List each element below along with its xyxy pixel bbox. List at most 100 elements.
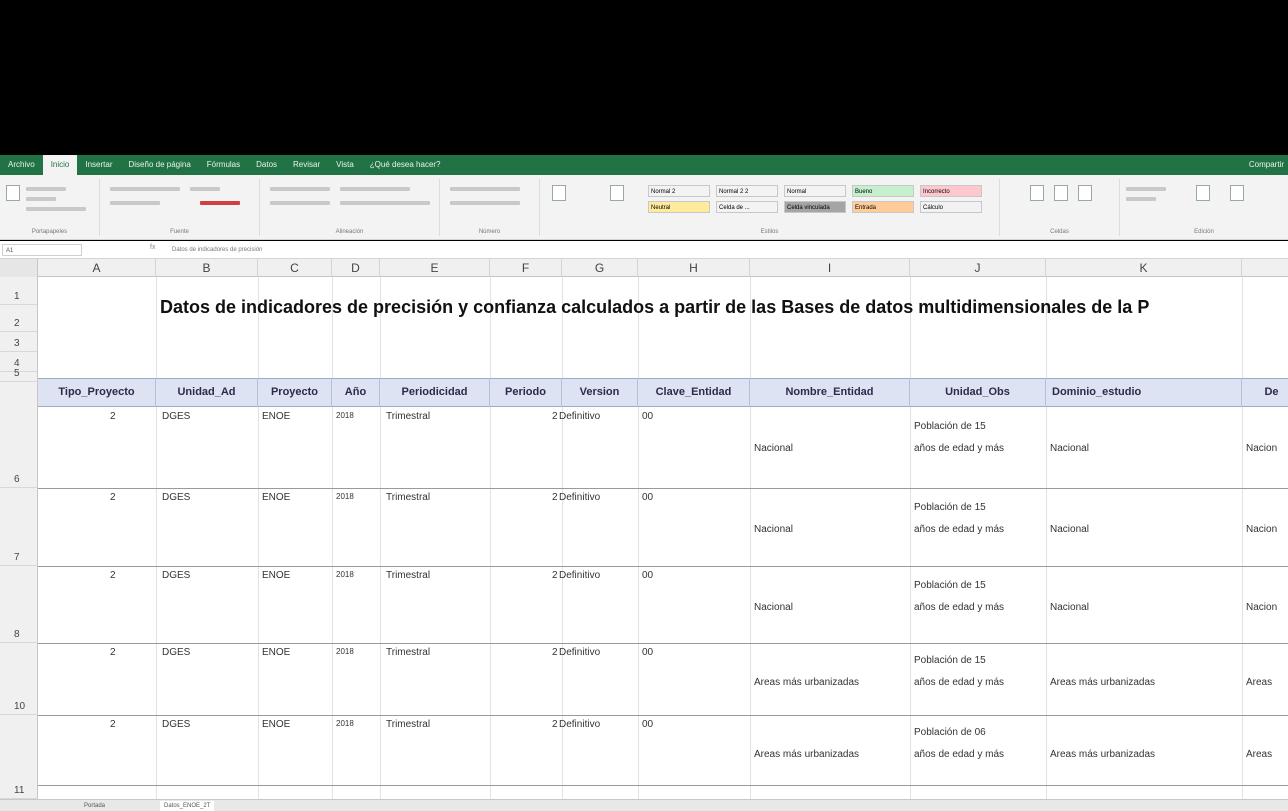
tab-archivo[interactable]: Archivo bbox=[0, 155, 43, 175]
row-header-5[interactable]: 5 bbox=[0, 368, 38, 382]
format-cells-icon[interactable] bbox=[1078, 185, 1092, 201]
header-version[interactable]: Version bbox=[562, 378, 638, 407]
column-header-j[interactable]: J bbox=[910, 259, 1046, 277]
cell-version[interactable]: Definitivo bbox=[559, 719, 600, 730]
column-header-g[interactable]: G bbox=[562, 259, 638, 277]
style-normal-2[interactable]: Normal 2 bbox=[648, 185, 710, 197]
header-de[interactable]: De bbox=[1242, 378, 1288, 407]
cell-de[interactable]: Nacion bbox=[1246, 524, 1277, 535]
cell-anio[interactable]: 2018 bbox=[336, 719, 354, 728]
column-header-f[interactable]: F bbox=[490, 259, 562, 277]
cell-nombre-entidad[interactable]: Nacional bbox=[754, 602, 793, 613]
cell-periodicidad[interactable]: Trimestral bbox=[386, 719, 430, 730]
cell-tipo-proyecto[interactable]: 2 bbox=[110, 492, 116, 503]
cell-unidad-ad[interactable]: DGES bbox=[162, 719, 190, 730]
cell-nombre-entidad[interactable]: Áreas más urbanizadas bbox=[754, 677, 859, 688]
row-header-1[interactable]: 1 bbox=[0, 277, 38, 305]
cell-de[interactable]: Áreas bbox=[1246, 677, 1272, 688]
style-normal[interactable]: Normal bbox=[784, 185, 846, 197]
header-proyecto[interactable]: Proyecto bbox=[258, 378, 332, 407]
cell-clave-entidad[interactable]: 00 bbox=[642, 570, 653, 581]
row-header-10[interactable]: 10 bbox=[0, 643, 38, 715]
cell-unidad-ad[interactable]: DGES bbox=[162, 647, 190, 658]
cell-clave-entidad[interactable]: 00 bbox=[642, 492, 653, 503]
cell-anio[interactable]: 2018 bbox=[336, 492, 354, 501]
cell-unidad-obs-line2[interactable]: años de edad y más bbox=[914, 602, 1004, 613]
tab-inicio[interactable]: Inicio bbox=[42, 155, 78, 175]
header-unidad-obs[interactable]: Unidad_Obs bbox=[910, 378, 1046, 407]
cell-dominio-estudio[interactable]: Áreas más urbanizadas bbox=[1050, 677, 1155, 688]
tab-datos[interactable]: Datos bbox=[248, 155, 285, 175]
style-celda[interactable]: Celda de ... bbox=[716, 201, 778, 213]
cell-clave-entidad[interactable]: 00 bbox=[642, 411, 653, 422]
cell-tipo-proyecto[interactable]: 2 bbox=[110, 719, 116, 730]
cell-unidad-ad[interactable]: DGES bbox=[162, 570, 190, 581]
cell-proyecto[interactable]: ENOE bbox=[262, 719, 290, 730]
cell-periodo[interactable]: 2 bbox=[552, 411, 558, 422]
cell-unidad-obs-line2[interactable]: años de edad y más bbox=[914, 443, 1004, 454]
share-button[interactable]: Compartir bbox=[1249, 155, 1284, 175]
select-all-corner[interactable] bbox=[0, 259, 38, 277]
column-header-h[interactable]: H bbox=[638, 259, 750, 277]
cell-proyecto[interactable]: ENOE bbox=[262, 411, 290, 422]
cell-unidad-obs-line2[interactable]: años de edad y más bbox=[914, 677, 1004, 688]
column-header-c[interactable]: C bbox=[258, 259, 332, 277]
cell-unidad-obs-line2[interactable]: años de edad y más bbox=[914, 524, 1004, 535]
header-periodo[interactable]: Periodo bbox=[490, 378, 562, 407]
cell-unidad-obs-line1[interactable]: Población de 15 bbox=[914, 655, 986, 666]
cell-periodicidad[interactable]: Trimestral bbox=[386, 647, 430, 658]
cell-de[interactable]: Áreas bbox=[1246, 749, 1272, 760]
cell-unidad-ad[interactable]: DGES bbox=[162, 411, 190, 422]
row-header-8[interactable]: 8 bbox=[0, 566, 38, 643]
style-incorrecto[interactable]: Incorrecto bbox=[920, 185, 982, 197]
style-bueno[interactable]: Bueno bbox=[852, 185, 914, 197]
cell-anio[interactable]: 2018 bbox=[336, 570, 354, 579]
cell-unidad-obs-line1[interactable]: Población de 15 bbox=[914, 421, 986, 432]
cell-tipo-proyecto[interactable]: 2 bbox=[110, 647, 116, 658]
cell-tipo-proyecto[interactable]: 2 bbox=[110, 570, 116, 581]
sheet-tab-portada[interactable]: Portada bbox=[80, 801, 109, 811]
formula-input[interactable]: Datos de indicadores de precisión bbox=[172, 244, 262, 256]
cell-anio[interactable]: 2018 bbox=[336, 411, 354, 420]
cell-dominio-estudio[interactable]: Áreas más urbanizadas bbox=[1050, 749, 1155, 760]
style-normal-2-2[interactable]: Normal 2 2 bbox=[716, 185, 778, 197]
sort-filter-icon[interactable] bbox=[1196, 185, 1210, 201]
cell-version[interactable]: Definitivo bbox=[559, 411, 600, 422]
cell-unidad-obs-line1[interactable]: Población de 15 bbox=[914, 502, 986, 513]
header-periodicidad[interactable]: Periodicidad bbox=[380, 378, 490, 407]
header-clave-entidad[interactable]: Clave_Entidad bbox=[638, 378, 750, 407]
cell-version[interactable]: Definitivo bbox=[559, 570, 600, 581]
column-header-e[interactable]: E bbox=[380, 259, 490, 277]
style-neutral[interactable]: Neutral bbox=[648, 201, 710, 213]
cell-version[interactable]: Definitivo bbox=[559, 492, 600, 503]
tab-insertar[interactable]: Insertar bbox=[77, 155, 120, 175]
cell-clave-entidad[interactable]: 00 bbox=[642, 719, 653, 730]
cell-unidad-obs-line1[interactable]: Población de 06 bbox=[914, 727, 986, 738]
row-header-6[interactable]: 6 bbox=[0, 382, 38, 488]
cell-dominio-estudio[interactable]: Nacional bbox=[1050, 443, 1089, 454]
header-unidad-ad[interactable]: Unidad_Ad bbox=[156, 378, 258, 407]
row-header-7[interactable]: 7 bbox=[0, 488, 38, 566]
name-box[interactable]: A1 bbox=[2, 244, 82, 256]
paste-icon[interactable] bbox=[6, 185, 20, 201]
style-calculo[interactable]: Cálculo bbox=[920, 201, 982, 213]
find-select-icon[interactable] bbox=[1230, 185, 1244, 201]
cell-proyecto[interactable]: ENOE bbox=[262, 492, 290, 503]
column-header-k[interactable]: K bbox=[1046, 259, 1242, 277]
cell-periodo[interactable]: 2 bbox=[552, 492, 558, 503]
fx-icon[interactable]: fx bbox=[150, 244, 155, 251]
cell-dominio-estudio[interactable]: Nacional bbox=[1050, 524, 1089, 535]
worksheet-grid[interactable]: A B C D E F G H I J K 1 2 3 4 5 6 7 8 10… bbox=[0, 259, 1288, 799]
cell-periodicidad[interactable]: Trimestral bbox=[386, 411, 430, 422]
row-header-3[interactable]: 3 bbox=[0, 332, 38, 352]
cell-tipo-proyecto[interactable]: 2 bbox=[110, 411, 116, 422]
tab-formulas[interactable]: Fórmulas bbox=[199, 155, 248, 175]
cell-nombre-entidad[interactable]: Nacional bbox=[754, 443, 793, 454]
cell-de[interactable]: Nacion bbox=[1246, 602, 1277, 613]
cell-nombre-entidad[interactable]: Áreas más urbanizadas bbox=[754, 749, 859, 760]
cell-periodicidad[interactable]: Trimestral bbox=[386, 570, 430, 581]
cell-periodicidad[interactable]: Trimestral bbox=[386, 492, 430, 503]
header-dominio-estudio[interactable]: Dominio_estudio bbox=[1046, 378, 1242, 407]
cell-proyecto[interactable]: ENOE bbox=[262, 570, 290, 581]
style-entrada[interactable]: Entrada bbox=[852, 201, 914, 213]
